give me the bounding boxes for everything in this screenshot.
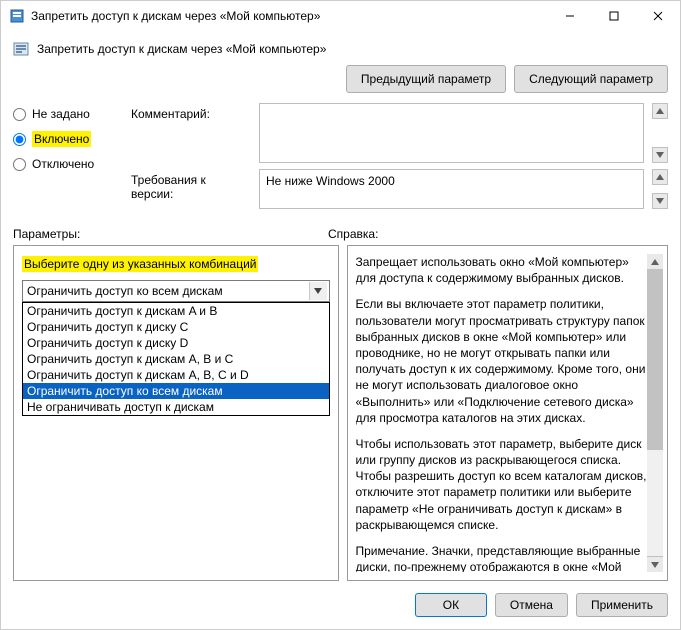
window-controls xyxy=(548,1,680,31)
comment-label: Комментарий: xyxy=(131,103,251,121)
next-setting-button[interactable]: Следующий параметр xyxy=(514,65,668,93)
scroll-up-icon[interactable] xyxy=(652,169,668,185)
close-button[interactable] xyxy=(636,1,680,31)
apply-button[interactable]: Применить xyxy=(576,593,668,617)
supported-on-box: Не ниже Windows 2000 xyxy=(259,169,644,209)
dialog-footer: ОК Отмена Применить xyxy=(1,581,680,629)
drive-restriction-dropdown[interactable]: Ограничить доступ к дискам A и BОграничи… xyxy=(22,302,330,416)
maximize-button[interactable] xyxy=(592,1,636,31)
chevron-down-icon xyxy=(309,282,327,300)
combo-selected-value: Ограничить доступ ко всем дискам xyxy=(27,284,223,298)
radio-not-configured-input[interactable] xyxy=(13,108,26,121)
help-paragraph: Запрещает использовать окно «Мой компьют… xyxy=(356,254,648,286)
scroll-up-icon[interactable] xyxy=(652,103,668,119)
nav-row: Предыдущий параметр Следующий параметр xyxy=(1,65,680,103)
radio-enabled-input[interactable] xyxy=(13,133,26,146)
config-grid: Не задано Включено Отключено Комментарий… xyxy=(1,103,680,215)
scroll-down-icon[interactable] xyxy=(652,193,668,209)
comment-scroll xyxy=(652,103,668,163)
ok-button[interactable]: ОК xyxy=(415,593,487,617)
section-labels: Параметры: Справка: xyxy=(1,215,680,245)
scroll-down-icon[interactable] xyxy=(652,147,668,163)
dropdown-item[interactable]: Ограничить доступ ко всем дискам xyxy=(23,383,329,399)
scrollbar-track[interactable] xyxy=(647,450,663,556)
options-label: Параметры: xyxy=(13,227,328,241)
options-panel: Выберите одну из указанных комбинаций Ог… xyxy=(13,245,339,581)
policy-header: Запретить доступ к дискам через «Мой ком… xyxy=(1,31,680,65)
app-icon xyxy=(9,8,25,24)
dropdown-item[interactable]: Ограничить доступ к дискам A, B и C xyxy=(23,351,329,367)
state-radio-group: Не задано Включено Отключено xyxy=(13,103,123,171)
policy-title: Запретить доступ к дискам через «Мой ком… xyxy=(37,42,668,56)
help-scrollbar[interactable] xyxy=(647,254,663,572)
drive-restriction-combo[interactable]: Ограничить доступ ко всем дискам xyxy=(22,280,330,302)
dropdown-item[interactable]: Ограничить доступ к диску C xyxy=(23,319,329,335)
help-text: Запрещает использовать окно «Мой компьют… xyxy=(356,254,648,572)
radio-disabled[interactable]: Отключено xyxy=(13,157,123,171)
help-label: Справка: xyxy=(328,227,378,241)
dropdown-item[interactable]: Не ограничивать доступ к дискам xyxy=(23,399,329,415)
help-panel: Запрещает использовать окно «Мой компьют… xyxy=(347,245,669,581)
supported-on-text: Не ниже Windows 2000 xyxy=(266,174,395,188)
minimize-button[interactable] xyxy=(548,1,592,31)
scroll-up-icon[interactable] xyxy=(647,254,663,270)
policy-editor-window: Запретить доступ к дискам через «Мой ком… xyxy=(0,0,681,630)
supported-scroll xyxy=(652,169,668,209)
radio-not-configured[interactable]: Не задано xyxy=(13,107,123,121)
titlebar: Запретить доступ к дискам через «Мой ком… xyxy=(1,1,680,31)
combo-label: Выберите одну из указанных комбинаций xyxy=(22,256,258,272)
radio-enabled-label: Включено xyxy=(32,131,91,147)
radio-enabled[interactable]: Включено xyxy=(13,131,123,147)
previous-setting-button[interactable]: Предыдущий параметр xyxy=(346,65,506,93)
dropdown-item[interactable]: Ограничить доступ к дискам A, B, C и D xyxy=(23,367,329,383)
comment-textarea[interactable] xyxy=(259,103,644,163)
help-paragraph: Если вы включаете этот параметр политики… xyxy=(356,296,648,426)
help-paragraph: Чтобы использовать этот параметр, выбери… xyxy=(356,436,648,533)
panels: Выберите одну из указанных комбинаций Ог… xyxy=(1,245,680,581)
cancel-button[interactable]: Отмена xyxy=(495,593,568,617)
dropdown-item[interactable]: Ограничить доступ к диску D xyxy=(23,335,329,351)
window-title: Запретить доступ к дискам через «Мой ком… xyxy=(31,9,548,23)
policy-icon xyxy=(13,41,29,57)
radio-not-configured-label: Не задано xyxy=(32,107,90,121)
radio-disabled-input[interactable] xyxy=(13,158,26,171)
scrollbar-thumb[interactable] xyxy=(647,270,663,450)
scroll-down-icon[interactable] xyxy=(647,556,663,572)
help-paragraph: Примечание. Значки, представляющие выбра… xyxy=(356,543,648,572)
radio-disabled-label: Отключено xyxy=(32,157,94,171)
supported-label: Требования к версии: xyxy=(131,169,251,201)
dropdown-item[interactable]: Ограничить доступ к дискам A и B xyxy=(23,303,329,319)
